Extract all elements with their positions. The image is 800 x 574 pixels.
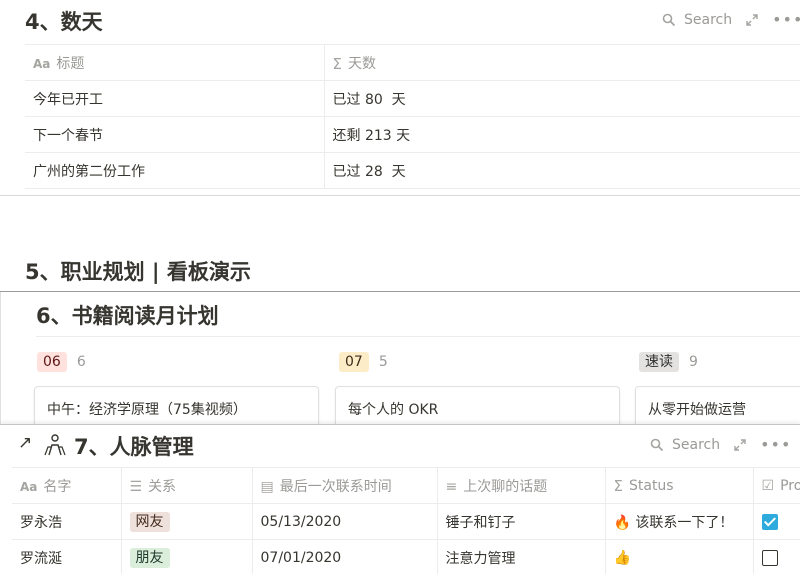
- row-title[interactable]: 广州的第二份工作: [25, 152, 325, 189]
- formula-icon: Σ: [332, 54, 342, 73]
- contact-name[interactable]: 罗永浩: [12, 503, 122, 540]
- column-header-last-topic[interactable]: ≡ 上次聊的话题: [437, 467, 606, 504]
- contact-status[interactable]: 👍: [605, 539, 754, 574]
- expand-icon: [734, 438, 746, 451]
- group-count: 5: [378, 354, 388, 370]
- group-tag: 06: [37, 352, 67, 372]
- group-count: 9: [689, 354, 698, 370]
- days-table-header: Aa 标题 Σ 天数: [25, 44, 800, 81]
- contacts-database-title: 7、人脉管理: [74, 435, 194, 459]
- contact-date[interactable]: 07/01/2020: [252, 539, 438, 574]
- more-options-button[interactable]: •••: [772, 10, 800, 29]
- contact-pro[interactable]: [753, 503, 800, 540]
- contacts-table: Aa名字 ☰关系 ▤最后一次联系时间 ≡上次聊的话题 ΣStatus ☑Pro …: [12, 467, 800, 574]
- contact-topic[interactable]: 锤子和钉子: [437, 503, 606, 540]
- checkbox-checked[interactable]: [761, 513, 778, 530]
- days-database: 4、数天 Search ••• Aa标题 Σ天数 今年已开工 已过 80 天 下…: [0, 0, 800, 196]
- calendar-icon: ▤: [260, 478, 274, 495]
- contacts-database-toolbar: Search •••: [650, 435, 791, 454]
- more-icon: •••: [760, 435, 792, 454]
- search-icon: [662, 13, 676, 26]
- list-icon: ☰: [129, 478, 143, 495]
- contact-pro[interactable]: [753, 539, 800, 574]
- table-row[interactable]: 罗永浩 网友 05/13/2020 锤子和钉子 🔥 该联系一下了！: [12, 503, 800, 540]
- days-table: Aa 标题 Σ 天数 今年已开工 已过 80 天 下一个春节 还剩 213 天 广州…: [25, 44, 800, 189]
- days-database-toolbar: Search •••: [662, 10, 800, 29]
- reading-divider: [36, 336, 800, 337]
- column-header-days[interactable]: Σ 天数: [324, 44, 800, 81]
- reading-board-title: 6、书籍阅读月计划: [36, 304, 219, 328]
- board-group-speed-reading[interactable]: 速读 9: [639, 352, 698, 372]
- table-row[interactable]: 罗流涎 朋友 07/01/2020 注意力管理 👍: [12, 539, 800, 574]
- search-label: Search: [684, 11, 733, 28]
- contact-topic[interactable]: 注意力管理: [437, 539, 606, 574]
- status-text: 该联系一下了！: [635, 514, 734, 531]
- more-icon: •••: [772, 10, 800, 29]
- table-row[interactable]: 下一个春节 还剩 213 天: [25, 116, 800, 153]
- career-board-title: 5、职业规划 | 看板演示: [25, 260, 251, 284]
- thumbs-up-icon: 👍: [613, 549, 631, 566]
- expand-icon: [746, 13, 758, 26]
- board-group-06[interactable]: 06 6: [37, 352, 86, 372]
- more-options-button[interactable]: •••: [760, 435, 791, 454]
- column-header-last-contact[interactable]: ▤ 最后一次联系时间: [252, 467, 438, 504]
- search-button[interactable]: Search: [650, 437, 720, 453]
- group-tag: 速读: [639, 352, 679, 372]
- board-group-07[interactable]: 07 5: [339, 352, 388, 372]
- expand-button[interactable]: [734, 438, 746, 451]
- checkbox-unchecked[interactable]: [761, 549, 778, 566]
- search-button[interactable]: Search: [662, 12, 732, 28]
- table-row[interactable]: 广州的第二份工作 已过 28 天: [25, 152, 800, 189]
- text-lines-icon: ≡: [445, 478, 458, 495]
- table-row[interactable]: 今年已开工 已过 80 天: [25, 80, 800, 117]
- group-count: 6: [76, 354, 86, 370]
- row-days[interactable]: 已过 80 天: [324, 80, 800, 117]
- days-database-title: 4、数天: [25, 10, 103, 34]
- row-title[interactable]: 今年已开工: [25, 80, 325, 117]
- board-card[interactable]: 从零开始做运营: [635, 386, 800, 426]
- contact-name[interactable]: 罗流涎: [12, 539, 122, 574]
- search-icon: [650, 438, 664, 451]
- contacts-database: ↗ 7、人脉管理 Search ••• Aa 名字 ☰ 关系 ▤ 最后一次联系时间 ≡…: [0, 424, 800, 574]
- column-header-status[interactable]: Σ Status: [605, 467, 754, 504]
- board-card[interactable]: 每个人的 OKR: [335, 386, 620, 426]
- column-header-relation[interactable]: ☰ 关系: [121, 467, 253, 504]
- career-board: 5、职业规划 | 看板演示: [0, 196, 800, 292]
- checkbox-property-icon: ☑: [761, 477, 775, 494]
- people-icon: [44, 434, 66, 456]
- text-property-icon: Aa: [20, 479, 38, 494]
- reading-board: 6、书籍阅读月计划 06 6 07 5 速读 9 中午：经济学原理（75集视频）…: [0, 292, 800, 426]
- group-tag: 07: [339, 352, 369, 372]
- search-label: Search: [672, 436, 721, 453]
- relation-tag: 网友: [129, 511, 170, 532]
- contacts-table-header: Aa名字 ☰关系 ▤最后一次联系时间 ≡上次聊的话题 ΣStatus ☑Pro: [12, 467, 800, 504]
- row-days[interactable]: 还剩 213 天: [324, 116, 800, 153]
- column-header-title[interactable]: Aa 标题: [25, 44, 325, 81]
- row-title[interactable]: 下一个春节: [25, 116, 325, 153]
- text-property-icon: Aa: [33, 56, 51, 71]
- fire-icon: 🔥: [613, 514, 631, 531]
- column-header-pro[interactable]: ☑Pro: [753, 467, 800, 504]
- expand-button[interactable]: [746, 13, 758, 26]
- contact-date[interactable]: 05/13/2020: [252, 503, 438, 540]
- open-as-page-icon[interactable]: ↗: [18, 433, 32, 453]
- contact-relation[interactable]: 网友: [121, 503, 253, 540]
- row-days[interactable]: 已过 28 天: [324, 152, 800, 189]
- relation-tag: 朋友: [129, 547, 170, 568]
- column-header-name[interactable]: Aa 名字: [12, 467, 122, 504]
- formula-icon: Σ: [613, 476, 623, 495]
- board-card[interactable]: 中午：经济学原理（75集视频）: [34, 386, 319, 426]
- contact-relation[interactable]: 朋友: [121, 539, 253, 574]
- contact-status[interactable]: 🔥 该联系一下了！: [605, 503, 754, 540]
